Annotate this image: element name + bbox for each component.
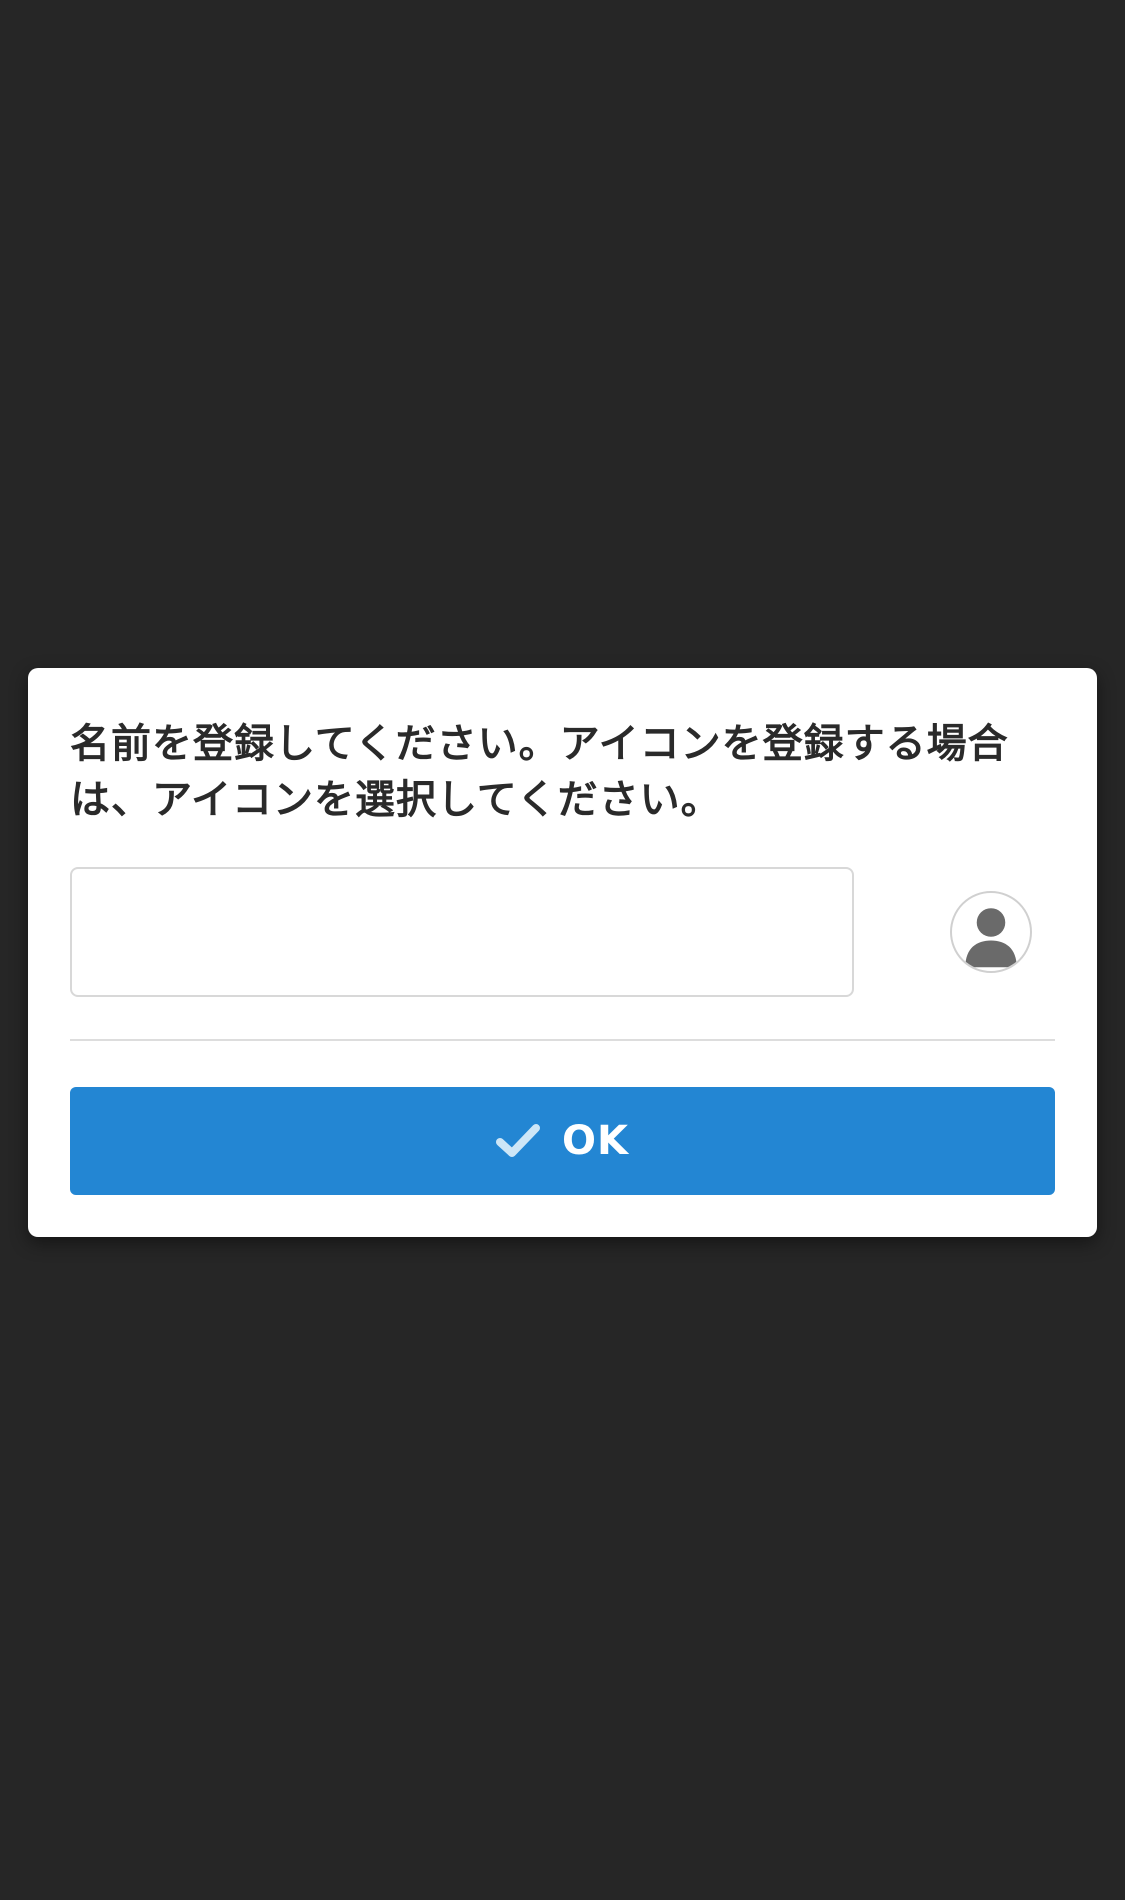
user-silhouette-icon	[965, 908, 1017, 968]
screen-backdrop: 名前を登録してください。アイコンを登録する場合は、アイコンを選択してください。 …	[0, 0, 1125, 1900]
ok-button-label: OK	[562, 1118, 629, 1164]
name-input[interactable]	[70, 867, 854, 997]
name-registration-dialog: 名前を登録してください。アイコンを登録する場合は、アイコンを選択してください。 …	[28, 668, 1097, 1237]
ok-button[interactable]: OK	[70, 1087, 1055, 1195]
check-icon	[496, 1123, 540, 1159]
dialog-divider	[70, 1039, 1055, 1041]
dialog-message: 名前を登録してください。アイコンを登録する場合は、アイコンを選択してください。	[70, 721, 1009, 823]
avatar-select-button[interactable]	[950, 891, 1032, 973]
